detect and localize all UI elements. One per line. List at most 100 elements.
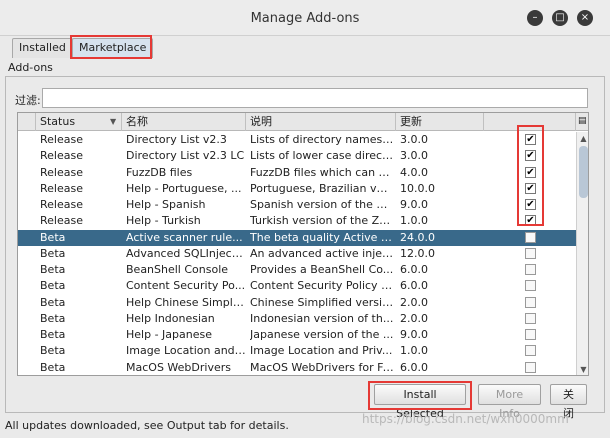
column-header-version[interactable]: 更新 <box>396 113 484 131</box>
cell-description: Spanish version of the Z... <box>250 198 394 211</box>
select-checkbox[interactable] <box>525 231 536 243</box>
table-row[interactable]: Beta Active scanner rule... The beta quali… <box>18 229 576 246</box>
table-row[interactable]: Release Help - Turkish Turkish version of … <box>18 213 576 229</box>
cell-description: Turkish version of the ZA... <box>250 214 394 228</box>
status-bar-text: All updates downloaded, see Output tab f… <box>5 419 289 432</box>
table-body: Release Directory List v2.3 Lists of direc… <box>18 132 576 376</box>
tab-marketplace[interactable]: Marketplace <box>72 38 154 58</box>
select-checkbox[interactable]: ✔ <box>525 166 536 178</box>
table-row[interactable]: Beta Help Chinese Simplif... Chinese Simpl… <box>18 295 576 311</box>
cell-name: Directory List v2.3 <box>126 133 227 146</box>
cell-description: Image Location and Priv... <box>250 344 393 358</box>
cell-description: Portuguese, Brazilian ver... <box>250 181 394 195</box>
filter-input[interactable] <box>42 88 588 108</box>
cell-version: 6.0.0 <box>400 263 428 276</box>
more-info-button[interactable]: More Info <box>478 384 541 420</box>
cell-status: Beta <box>40 246 66 260</box>
select-checkbox[interactable] <box>525 264 536 275</box>
cell-name: Help Chinese Simplif... <box>126 295 246 309</box>
select-checkbox[interactable]: ✔ <box>525 150 536 162</box>
table-row[interactable]: Beta Image Location and ... Image Location… <box>18 343 576 359</box>
table-row[interactable]: Beta Advanced SQLInjecti... An advanced ac… <box>18 246 576 262</box>
column-header-description[interactable]: 说明 <box>246 113 396 131</box>
cell-status: Release <box>40 165 83 179</box>
cell-status: Beta <box>40 263 66 276</box>
select-checkbox[interactable]: ✔ <box>525 215 536 227</box>
header-spacer <box>18 113 36 131</box>
cell-name: Help - Turkish <box>126 214 201 228</box>
sort-descending-icon: ▼ <box>110 117 117 126</box>
cell-status: Beta <box>40 279 66 293</box>
select-checkbox[interactable] <box>525 296 536 308</box>
maximize-icon[interactable]: □ <box>552 10 568 26</box>
minimize-icon[interactable]: – <box>527 10 543 26</box>
install-selected-button[interactable]: Install Selected <box>374 384 466 420</box>
cell-version: 12.0.0 <box>400 246 435 260</box>
cell-version: 1.0.0 <box>400 344 428 358</box>
cell-status: Release <box>40 198 83 211</box>
scroll-up-icon[interactable]: ▲ <box>577 133 588 145</box>
table-row[interactable]: Release Directory List v2.3 LC Lists of lo… <box>18 148 576 164</box>
cell-description: MacOS WebDrivers for Fir... <box>250 360 394 374</box>
select-checkbox[interactable] <box>525 329 536 340</box>
cell-name: Advanced SQLInjecti... <box>126 246 246 260</box>
table-row[interactable]: Release Directory List v2.3 Lists of direc… <box>18 132 576 148</box>
cell-status: Beta <box>40 230 66 244</box>
table-row[interactable]: Beta BeanShell Console Provides a BeanShel… <box>18 262 576 278</box>
cell-version: 10.0.0 <box>400 181 435 195</box>
column-chooser-icon[interactable]: ▤ <box>576 113 588 131</box>
watermark-text: https://blog.csdn.net/wxh0000mm <box>362 412 569 426</box>
select-checkbox[interactable] <box>525 312 536 324</box>
cell-version: 1.0.0 <box>400 214 428 228</box>
cell-description: Content Security Policy (... <box>250 279 394 293</box>
cell-name: BeanShell Console <box>126 263 229 276</box>
select-checkbox[interactable]: ✔ <box>525 134 536 145</box>
scrollbar-thumb[interactable] <box>579 146 588 198</box>
cell-version: 9.0.0 <box>400 328 428 341</box>
cell-version: 24.0.0 <box>400 230 435 244</box>
cell-status: Release <box>40 214 83 228</box>
cell-description: Chinese Simplified versio... <box>250 295 394 309</box>
cell-name: Help - Japanese <box>126 328 212 341</box>
select-checkbox[interactable] <box>525 345 536 357</box>
cell-name: MacOS WebDrivers <box>126 360 231 374</box>
select-checkbox[interactable] <box>525 361 536 373</box>
select-checkbox[interactable] <box>525 247 536 259</box>
tab-installed[interactable]: Installed <box>12 38 73 58</box>
select-checkbox[interactable]: ✔ <box>525 199 536 210</box>
select-checkbox[interactable]: ✔ <box>525 182 536 194</box>
table-row[interactable]: Beta Content Security Po... Content Securi… <box>18 278 576 294</box>
cell-version: 2.0.0 <box>400 311 428 325</box>
cell-description: FuzzDB files which can be... <box>250 165 394 179</box>
table-row[interactable]: Release Help - Portuguese, ... Portuguese,… <box>18 181 576 197</box>
cell-name: Help Indonesian <box>126 311 215 325</box>
cell-name: Active scanner rule... <box>126 230 243 244</box>
table-row[interactable]: Beta Help - Japanese Japanese version of t… <box>18 327 576 343</box>
cell-status: Release <box>40 181 83 195</box>
cell-description: Lists of directory names ... <box>250 133 394 146</box>
table-row[interactable]: Release FuzzDB files FuzzDB files which ca… <box>18 165 576 181</box>
cell-status: Beta <box>40 360 66 374</box>
select-checkbox[interactable] <box>525 280 536 292</box>
column-header-select[interactable] <box>484 113 576 131</box>
cell-description: Japanese version of the ... <box>250 328 394 341</box>
column-header-name[interactable]: 名称 <box>122 113 246 131</box>
close-button[interactable]: 关闭 <box>550 384 587 420</box>
cell-version: 9.0.0 <box>400 198 428 211</box>
cell-version: 4.0.0 <box>400 165 428 179</box>
tab-bar: Installed Marketplace <box>0 36 610 58</box>
scroll-down-icon[interactable]: ▼ <box>577 364 588 375</box>
window-title: Manage Add-ons <box>250 11 360 26</box>
table-row[interactable]: Beta MacOS WebDrivers MacOS WebDrivers for… <box>18 360 576 376</box>
cell-description: Indonesian version of th... <box>250 311 394 325</box>
close-icon[interactable]: × <box>577 10 593 26</box>
cell-name: Help - Spanish <box>126 198 206 211</box>
cell-status: Release <box>40 133 83 146</box>
cell-description: Provides a BeanShell Co... <box>250 263 394 276</box>
table-row[interactable]: Release Help - Spanish Spanish version of … <box>18 197 576 213</box>
table-row[interactable]: Beta Help Indonesian Indonesian version of… <box>18 311 576 327</box>
table-scrollbar[interactable]: ▲ ▼ <box>576 132 588 375</box>
title-bar: Manage Add-ons – □ × <box>0 0 610 36</box>
cell-status: Beta <box>40 328 66 341</box>
cell-version: 3.0.0 <box>400 133 428 146</box>
